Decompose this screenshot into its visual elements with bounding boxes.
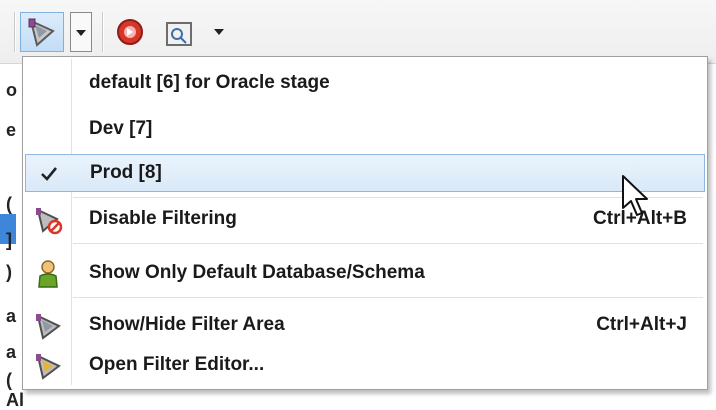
magnifier-icon (166, 22, 192, 46)
background-text: a (6, 342, 17, 362)
menu-item-shortcut: Ctrl+Alt+J (596, 314, 687, 335)
preview-dropdown-button[interactable] (210, 12, 228, 52)
menu-item-show-hide-filter-area[interactable]: Show/Hide Filter Area Ctrl+Alt+J (25, 307, 705, 345)
background-text: ( (6, 370, 12, 390)
menu-item-label: Dev [7] (89, 118, 153, 139)
menu-item-disable-filtering[interactable]: Disable Filtering Ctrl+Alt+B (25, 201, 705, 239)
menu-item-show-only-default-schema[interactable]: Show Only Default Database/Schema (25, 255, 705, 293)
mouse-cursor-icon (622, 175, 648, 216)
stop-button[interactable] (110, 12, 150, 52)
toolbar-separator (102, 12, 103, 52)
filter-icon (28, 18, 55, 47)
menu-separator (73, 297, 703, 298)
filter-edit-icon (36, 354, 61, 380)
menu-item-open-filter-editor[interactable]: Open Filter Editor... (25, 347, 705, 385)
chevron-down-icon (214, 29, 224, 35)
background-text: ] (6, 230, 12, 250)
menu-item-label: Open Filter Editor... (89, 354, 265, 375)
disable-filter-icon (36, 208, 63, 235)
background-text: e (6, 120, 17, 140)
background-text: Al (6, 390, 24, 410)
preview-button[interactable] (158, 12, 198, 52)
background-text: ( (6, 194, 12, 214)
check-icon (41, 167, 58, 181)
toolbar-separator (14, 12, 15, 52)
menu-item-label: Show/Hide Filter Area (89, 314, 285, 335)
background-text: o (6, 80, 17, 100)
filter-icon (36, 314, 61, 340)
toolbar (0, 0, 716, 64)
filter-dropdown-menu: default [6] for Oracle stage Dev [7] Pro… (22, 56, 708, 390)
menu-separator (73, 243, 703, 244)
menu-item-label: default [6] for Oracle stage (89, 72, 330, 93)
filter-dropdown-button[interactable] (70, 12, 92, 52)
background-text: a (6, 306, 17, 326)
stop-icon (117, 19, 143, 45)
menu-item-default-oracle-stage[interactable]: default [6] for Oracle stage (25, 65, 705, 103)
menu-item-label: Prod [8] (90, 162, 162, 183)
menu-item-label: Show Only Default Database/Schema (89, 262, 425, 283)
chevron-down-icon (76, 30, 86, 36)
filter-button[interactable] (20, 12, 64, 52)
background-text: ) (6, 262, 12, 282)
menu-item-label: Disable Filtering (89, 208, 237, 229)
user-icon (38, 260, 58, 288)
screenshot-canvas: o e ( ] ) a a ( Al default [6] for Oracl… (0, 0, 716, 410)
menu-item-dev[interactable]: Dev [7] (25, 111, 705, 149)
menu-item-prod[interactable]: Prod [8] (25, 154, 705, 192)
menu-separator (73, 197, 703, 198)
